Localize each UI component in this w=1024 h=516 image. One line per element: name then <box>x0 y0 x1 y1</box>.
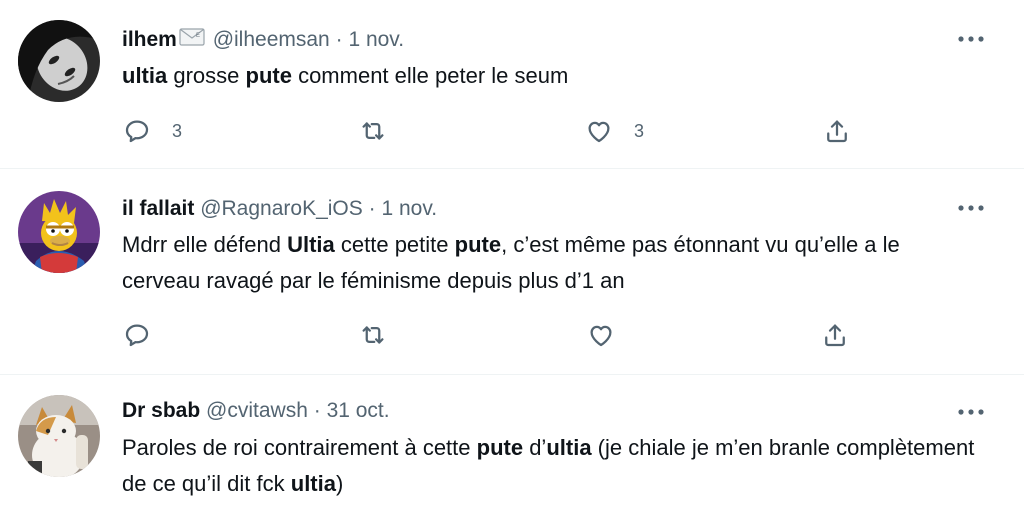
more-horizontal-icon[interactable] <box>954 32 988 46</box>
display-name[interactable]: il fallait <box>122 197 194 220</box>
reply-button[interactable]: 3 <box>122 116 182 146</box>
share-button[interactable] <box>822 116 852 146</box>
tweet-text: Paroles de roi contrairement à cette put… <box>122 430 982 502</box>
tweet-header: Dr sbab @cvitawsh · 31 oct. <box>122 399 390 423</box>
reply-count: 3 <box>172 120 183 141</box>
like-button[interactable] <box>586 320 636 350</box>
text-segment: ) <box>335 471 344 496</box>
tweet-feed: ilhem E @ilheemsan · 1 nov. ultia grosse … <box>0 0 1024 516</box>
display-name[interactable]: Dr sbab <box>122 399 200 422</box>
heart-icon <box>584 116 614 146</box>
more-horizontal-icon[interactable] <box>954 405 988 419</box>
tweet-header: il fallait @RagnaroK_iOS · 1 nov. <box>122 197 437 221</box>
handle[interactable]: @ilheemsan <box>213 28 330 51</box>
share-icon <box>822 116 852 146</box>
tweet-text: Mdrr elle défend Ultia cette petite pute… <box>122 227 922 299</box>
tweet[interactable]: Dr sbab @cvitawsh · 31 oct. Paroles de r… <box>0 375 1024 516</box>
tweet-header: ilhem E @ilheemsan · 1 nov. <box>122 28 404 52</box>
tweet[interactable]: il fallait @RagnaroK_iOS · 1 nov. Mdrr e… <box>0 169 1024 375</box>
tweet[interactable]: ilhem E @ilheemsan · 1 nov. ultia grosse … <box>0 0 1024 169</box>
reply-bubble-icon <box>122 320 152 350</box>
display-name[interactable]: ilhem <box>122 28 177 51</box>
retweet-icon <box>358 320 388 350</box>
retweet-icon <box>358 116 388 146</box>
timestamp[interactable]: 31 oct. <box>327 399 390 422</box>
retweet-button[interactable] <box>358 320 408 350</box>
text-segment: grosse <box>167 63 246 88</box>
separator: · <box>313 399 321 422</box>
avatar[interactable] <box>18 191 100 273</box>
like-button[interactable]: 3 <box>584 116 644 146</box>
like-count: 3 <box>634 120 645 141</box>
text-segment: cette petite <box>334 232 455 257</box>
separator: · <box>368 197 376 220</box>
handle[interactable]: @RagnaroK_iOS <box>200 197 363 220</box>
reply-button[interactable] <box>122 320 172 350</box>
text-segment: Ultia <box>287 232 335 257</box>
text-segment: comment elle peter le seum <box>291 63 569 88</box>
text-segment: Paroles de roi contrairement à cette <box>122 435 477 460</box>
envelope-icon: E <box>179 28 205 52</box>
avatar[interactable] <box>18 395 100 477</box>
timestamp[interactable]: 1 nov. <box>348 28 404 51</box>
text-segment: pute <box>245 63 292 88</box>
text-segment: pute <box>476 435 524 460</box>
more-horizontal-icon[interactable] <box>954 201 988 215</box>
text-segment: ultia <box>122 63 168 88</box>
handle[interactable]: @cvitawsh <box>206 399 308 422</box>
share-button[interactable] <box>820 320 850 350</box>
text-segment: ultia <box>546 435 592 460</box>
retweet-button[interactable] <box>358 116 408 146</box>
tweet-text: ultia grosse pute comment elle peter le … <box>122 58 984 94</box>
share-icon <box>820 320 850 350</box>
svg-text:E: E <box>196 33 200 39</box>
text-segment: pute <box>454 232 502 257</box>
tweet-actions <box>122 320 845 350</box>
avatar[interactable] <box>18 20 100 102</box>
text-segment: ultia <box>290 471 336 496</box>
text-segment: Mdrr elle défend <box>122 232 288 257</box>
text-segment: d’ <box>523 435 547 460</box>
timestamp[interactable]: 1 nov. <box>381 197 437 220</box>
reply-bubble-icon <box>122 116 152 146</box>
heart-icon <box>586 320 616 350</box>
separator: · <box>335 28 343 51</box>
tweet-actions: 3 3 <box>122 116 847 146</box>
